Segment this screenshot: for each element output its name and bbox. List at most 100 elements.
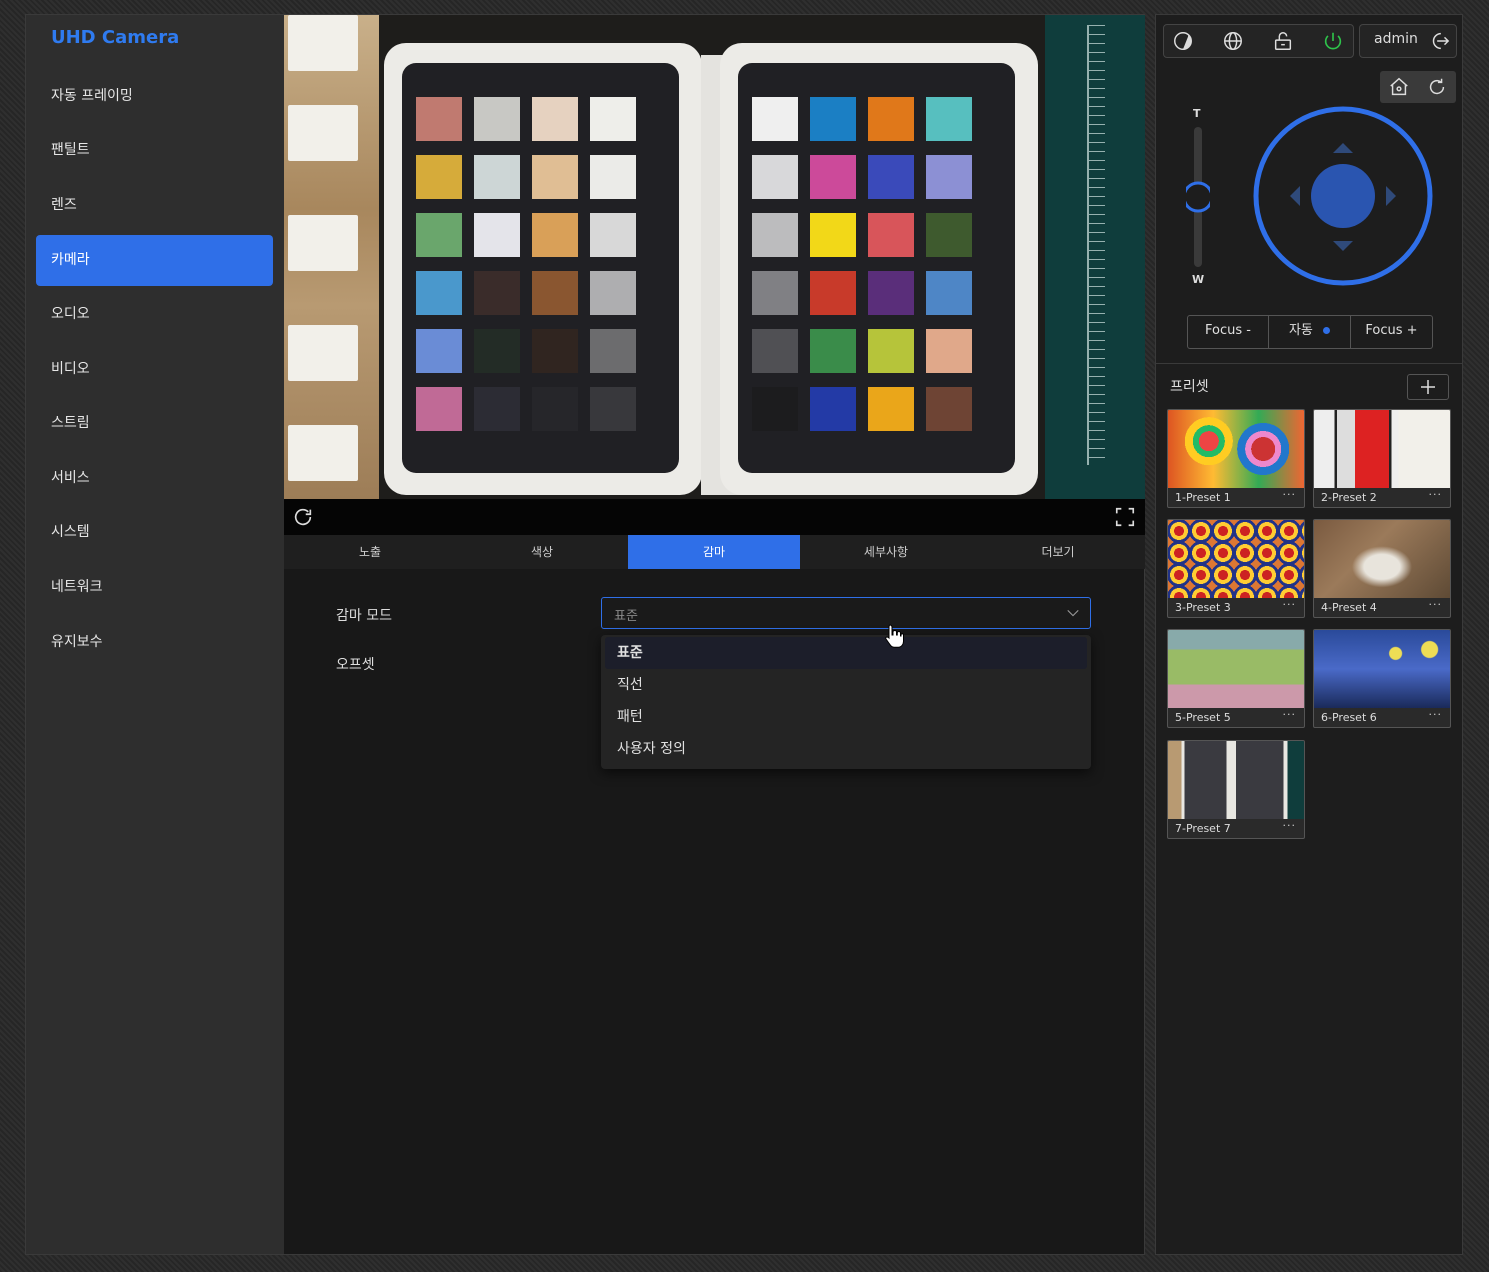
preset-card-1[interactable]: 1-Preset 1 ··· [1167,409,1305,508]
zoom-tele-label: T [1193,107,1201,120]
color-swatch [474,155,520,199]
color-swatch [926,97,972,141]
preset-name: 3-Preset 3 [1175,601,1231,614]
focus-plus-button[interactable]: Focus + [1351,316,1432,348]
tab-color[interactable]: 색상 [456,535,628,569]
color-swatch [810,329,856,373]
focus-auto-label: 자동 [1288,323,1313,338]
color-swatch [868,387,914,431]
focus-controls: Focus - 자동 Focus + [1187,315,1433,349]
sidebar-item-maintenance[interactable]: 유지보수 [36,617,273,668]
preset-thumbnail [1168,520,1304,598]
color-swatch [868,155,914,199]
color-swatch [810,387,856,431]
color-swatch [474,271,520,315]
gamma-option-standard[interactable]: 표준 [605,637,1087,669]
preset-more-icon[interactable]: ··· [1429,488,1443,501]
logout-icon[interactable] [1428,30,1450,52]
sidebar-item-service[interactable]: 서비스 [36,453,273,504]
preset-card-3[interactable]: 3-Preset 3 ··· [1167,519,1305,618]
preset-more-icon[interactable]: ··· [1429,708,1443,721]
plus-icon [1421,380,1435,394]
unlock-icon[interactable] [1272,30,1294,52]
zoom-slider[interactable] [1186,127,1210,267]
zoom-slider-handle [1186,181,1210,213]
tab-gamma[interactable]: 감마 [628,535,800,569]
preset-thumbnail [1314,630,1450,708]
preset-more-icon[interactable]: ··· [1429,598,1443,611]
tab-exposure[interactable]: 노출 [284,535,456,569]
focus-auto-button[interactable]: 자동 [1269,316,1351,348]
color-swatch [752,329,798,373]
preset-more-icon[interactable]: ··· [1283,488,1297,501]
gamma-mode-select[interactable]: 표준 [601,597,1091,629]
color-swatch [926,329,972,373]
color-swatch [590,271,636,315]
gamma-mode-dropdown: 표준 직선 패턴 사용자 정의 [601,635,1091,769]
ptz-joystick[interactable] [1252,105,1434,287]
color-swatch [532,271,578,315]
preset-thumbnail [1168,630,1304,708]
sidebar-item-system[interactable]: 시스템 [36,507,273,558]
sidebar-item-auto-framing[interactable]: 자동 프레이밍 [36,71,273,122]
settings-tabs: 노출 색상 감마 세부사항 더보기 [284,535,1145,569]
gamma-option-custom[interactable]: 사용자 정의 [605,733,1087,765]
color-swatch [416,271,462,315]
fullscreen-icon[interactable] [1114,506,1136,528]
preset-name: 2-Preset 2 [1321,491,1377,504]
sidebar-item-pantilt[interactable]: 팬틸트 [36,125,273,176]
preset-card-5[interactable]: 5-Preset 5 ··· [1167,629,1305,728]
theme-icon[interactable] [1172,30,1194,52]
preset-more-icon[interactable]: ··· [1283,598,1297,611]
sidebar-item-network[interactable]: 네트워크 [36,562,273,613]
tab-more[interactable]: 더보기 [972,535,1144,569]
color-swatch [590,97,636,141]
color-swatch [752,387,798,431]
sidebar-item-video[interactable]: 비디오 [36,344,273,395]
color-swatch [590,329,636,373]
color-swatch [752,155,798,199]
preset-thumbnail [1168,741,1304,819]
sidebar-item-camera[interactable]: 카메라 [36,235,273,286]
color-swatch [926,213,972,257]
gamma-option-linear[interactable]: 직선 [605,669,1087,701]
color-swatch [926,271,972,315]
sidebar-item-lens[interactable]: 렌즈 [36,180,273,231]
user-menu[interactable]: admin [1359,24,1457,58]
preset-card-6[interactable]: 6-Preset 6 ··· [1313,629,1451,728]
control-panel: admin T W Focus - 자동 Focus + 프리셋 1-Prese… [1155,14,1463,1255]
power-icon[interactable] [1322,30,1344,52]
preset-thumbnail [1314,410,1450,488]
color-swatch [926,387,972,431]
video-toolbar [284,499,1145,535]
preset-card-7[interactable]: 7-Preset 7 ··· [1167,740,1305,839]
globe-icon[interactable] [1222,30,1244,52]
home-icon[interactable] [1388,76,1410,98]
preset-more-icon[interactable]: ··· [1283,819,1297,832]
add-preset-button[interactable] [1407,374,1449,400]
username: admin [1374,31,1418,47]
reset-icon[interactable] [1426,76,1448,98]
video-preview[interactable] [284,15,1145,499]
gamma-option-pattern[interactable]: 패턴 [605,701,1087,733]
tab-detail[interactable]: 세부사항 [800,535,972,569]
focus-minus-button[interactable]: Focus - [1188,316,1269,348]
refresh-icon[interactable] [292,506,314,528]
preset-more-icon[interactable]: ··· [1283,708,1297,721]
preset-card-2[interactable]: 2-Preset 2 ··· [1313,409,1451,508]
gamma-mode-label: 감마 모드 [336,608,392,624]
color-swatch [810,155,856,199]
sidebar-item-stream[interactable]: 스트림 [36,398,273,449]
color-swatch [416,387,462,431]
preset-thumbnail [1168,410,1304,488]
offset-label: 오프셋 [336,657,375,673]
preset-card-4[interactable]: 4-Preset 4 ··· [1313,519,1451,618]
color-swatch [416,329,462,373]
focus-auto-indicator [1323,327,1331,334]
preset-thumbnail [1314,520,1450,598]
sidebar-item-audio[interactable]: 오디오 [36,289,273,340]
color-swatch [474,329,520,373]
color-swatch [868,97,914,141]
ptz-home-group [1380,71,1456,103]
color-swatch [416,213,462,257]
